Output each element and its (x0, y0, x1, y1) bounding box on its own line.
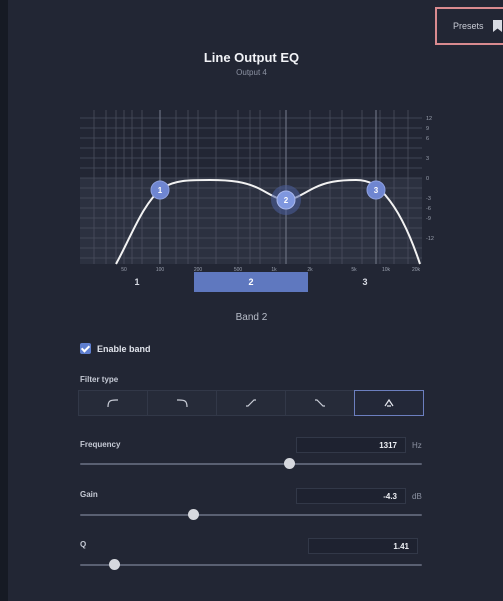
filter-high-cut-button[interactable] (147, 390, 217, 416)
slider-thumb[interactable] (109, 559, 121, 570)
slider-track (80, 514, 422, 516)
frequency-input[interactable]: 1317 (296, 437, 406, 453)
filter-low-cut-button[interactable] (78, 390, 148, 416)
q-label: Q (80, 540, 87, 549)
band-tabs: 1 2 3 (80, 272, 422, 294)
page-subtitle: Output 4 (236, 68, 267, 77)
band-marker-3[interactable]: 3 (366, 180, 386, 200)
y-tick: -3 (426, 196, 431, 202)
y-tick: 0 (426, 176, 429, 182)
gain-slider[interactable] (80, 509, 422, 521)
filter-low-shelf-button[interactable] (216, 390, 286, 416)
tab-band-3[interactable]: 3 (308, 272, 422, 292)
tab-band-1[interactable]: 1 (80, 272, 194, 292)
band-marker-label: 3 (374, 186, 379, 195)
q-input[interactable]: 1.41 (308, 538, 418, 554)
band-marker-1[interactable]: 1 (150, 180, 170, 200)
y-tick: -9 (426, 216, 431, 222)
filter-high-shelf-button[interactable] (285, 390, 355, 416)
presets-button[interactable]: Presets (435, 7, 503, 45)
bookmark-icon (492, 20, 502, 32)
enable-band-toggle[interactable]: Enable band (80, 343, 151, 354)
slider-track (80, 463, 422, 465)
y-tick: 9 (426, 126, 429, 132)
q-slider[interactable] (80, 559, 422, 571)
enable-band-label: Enable band (97, 343, 151, 354)
low-cut-icon (107, 399, 118, 408)
y-tick: 6 (426, 136, 429, 142)
eq-graph[interactable]: 12 9 6 3 0 -3 -6 -9 -12 50 100 200 500 1… (80, 110, 442, 272)
high-shelf-icon (315, 399, 325, 407)
y-tick: 3 (426, 156, 429, 162)
gain-unit: dB (412, 492, 422, 501)
presets-label: Presets (453, 21, 484, 31)
slider-thumb[interactable] (187, 509, 199, 520)
frequency-unit: Hz (412, 441, 422, 450)
slider-track (80, 564, 422, 566)
filter-type-selector (78, 390, 424, 416)
frequency-slider[interactable] (80, 458, 422, 470)
gain-input[interactable]: -4.3 (296, 488, 406, 504)
peak-icon (384, 398, 394, 407)
slider-thumb[interactable] (283, 458, 295, 469)
filter-type-label: Filter type (80, 375, 119, 384)
tab-band-2[interactable]: 2 (194, 272, 308, 292)
band-marker-label: 2 (284, 196, 289, 205)
page-title: Line Output EQ (203, 50, 300, 65)
frequency-label: Frequency (80, 440, 121, 449)
y-tick: -6 (426, 206, 431, 212)
band-heading: Band 2 (235, 312, 268, 323)
band-marker-label: 1 (158, 186, 163, 195)
y-tick: 12 (426, 116, 432, 122)
high-cut-icon (177, 399, 188, 408)
window-edge (0, 0, 8, 601)
y-tick: -12 (426, 236, 434, 242)
filter-peak-button[interactable] (354, 390, 424, 416)
band-marker-2[interactable]: 2 (271, 185, 301, 215)
enable-band-checkbox[interactable] (80, 343, 91, 354)
low-shelf-icon (246, 399, 256, 407)
gain-label: Gain (80, 490, 98, 499)
y-axis-labels: 12 9 6 3 0 -3 -6 -9 -12 (426, 116, 434, 242)
